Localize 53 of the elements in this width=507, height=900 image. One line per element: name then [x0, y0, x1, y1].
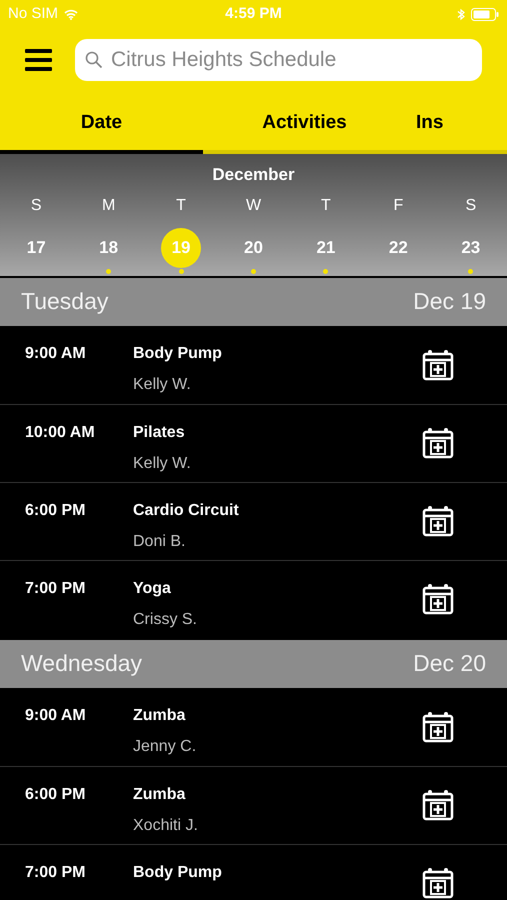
- class-time: 6:00 PM: [25, 784, 86, 804]
- date-button[interactable]: 22: [378, 228, 418, 268]
- calendar-add-icon[interactable]: [422, 427, 454, 459]
- calendar-add-icon[interactable]: [422, 505, 454, 537]
- search-icon: [85, 51, 103, 69]
- month-label: December: [212, 164, 295, 186]
- weekday-label: F: [393, 196, 404, 216]
- class-name: Body Pump: [133, 344, 222, 364]
- calendar-add-icon[interactable]: [422, 710, 454, 742]
- class-name: Cardio Circuit: [133, 500, 239, 520]
- day-label: Wednesday: [21, 649, 142, 678]
- class-time: 9:00 AM: [25, 344, 87, 364]
- calendar-add-icon[interactable]: [422, 348, 454, 380]
- class-name: Yoga: [133, 578, 171, 598]
- menu-icon[interactable]: [25, 49, 52, 71]
- battery-icon: [471, 8, 500, 20]
- bluetooth-icon: [457, 8, 466, 20]
- weekday-label: S: [30, 196, 42, 216]
- date-button[interactable]: 17: [16, 228, 56, 268]
- instructor-name: Doni B.: [133, 532, 186, 552]
- calendar-add-icon[interactable]: [422, 789, 454, 821]
- day-label: Tuesday: [21, 287, 108, 316]
- class-time: 7:00 PM: [25, 862, 86, 882]
- instructor-name: Crissy S.: [133, 610, 197, 630]
- instructor-name: Jenny C.: [133, 736, 196, 756]
- instructor-name: Kelly W.: [133, 374, 191, 394]
- class-time: 9:00 AM: [25, 706, 87, 726]
- date-button[interactable]: 21: [306, 228, 346, 268]
- day-date: Dec 19: [413, 287, 486, 316]
- date-button[interactable]: 18: [88, 228, 129, 268]
- weekday-label: M: [102, 196, 116, 216]
- class-name: Body Pump: [133, 862, 222, 882]
- weekday-label: T: [321, 196, 331, 216]
- status-time: 4:59 PM: [225, 4, 282, 24]
- class-time: 10:00 AM: [25, 422, 96, 442]
- class-name: Pilates: [133, 422, 185, 442]
- wifi-icon: [64, 8, 78, 20]
- search-field[interactable]: Citrus Heights Schedule: [75, 39, 482, 81]
- weekday-label: T: [176, 196, 186, 216]
- instructor-name: Xochiti J.: [133, 816, 198, 836]
- weekday-label: S: [465, 196, 476, 216]
- class-time: 6:00 PM: [25, 500, 86, 520]
- class-name: Zumba: [133, 706, 186, 726]
- date-button[interactable]: 20: [233, 228, 274, 268]
- calendar-add-icon[interactable]: [422, 583, 454, 615]
- day-date: Dec 20: [413, 649, 486, 678]
- date-button[interactable]: 23: [450, 228, 491, 268]
- calendar-add-icon[interactable]: [422, 867, 454, 899]
- instructor-name: Kelly W.: [133, 454, 191, 474]
- class-time: 7:00 PM: [25, 578, 86, 598]
- class-name: Zumba: [133, 784, 186, 804]
- carrier-label: No SIM: [8, 4, 58, 24]
- weekday-label: W: [246, 196, 262, 216]
